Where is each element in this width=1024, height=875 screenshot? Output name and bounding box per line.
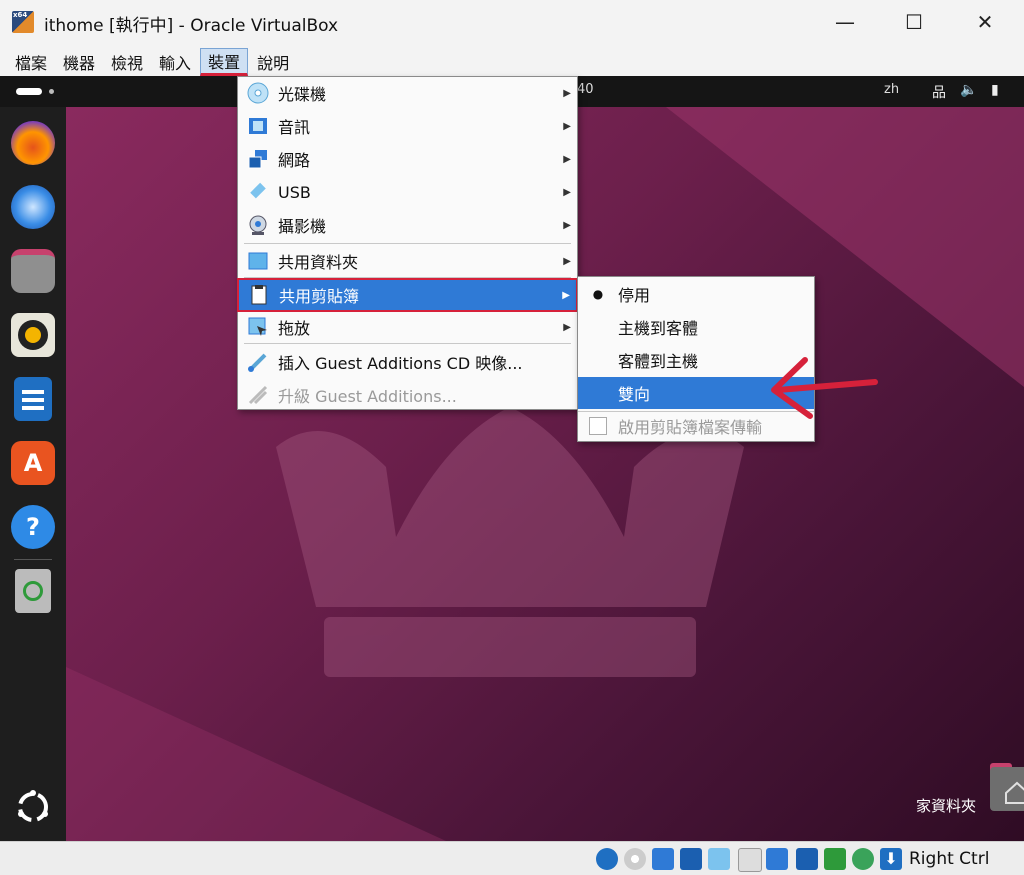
webcam-icon (246, 214, 270, 236)
drag-drop-icon (246, 316, 270, 338)
network-status-icon[interactable] (680, 848, 702, 870)
checkbox-icon (586, 415, 610, 437)
menu-view[interactable]: 檢視 (104, 48, 150, 76)
minimize-button[interactable]: — (822, 0, 868, 44)
volume-tray-icon[interactable]: 🔈 (960, 82, 977, 98)
guest-dock: A ? (0, 107, 66, 841)
submenu-arrow-icon: ▶ (563, 153, 571, 165)
thunderbird-icon[interactable] (11, 185, 55, 229)
cpu-status-icon[interactable] (824, 848, 846, 870)
libreoffice-writer-icon[interactable] (14, 377, 52, 421)
usb-status-icon[interactable] (708, 848, 730, 870)
submenu-arrow-icon: ▶ (563, 255, 571, 267)
files-icon[interactable] (11, 249, 55, 293)
menu-item-shared-folders[interactable]: 共用資料夾 ▶ (238, 245, 577, 277)
mouse-integration-status-icon[interactable] (852, 848, 874, 870)
submenu-arrow-icon: ▶ (563, 120, 571, 132)
status-bar: ⬇ Right Ctrl (0, 841, 1024, 875)
menu-item-drag-and-drop[interactable]: 拖放 ▶ (238, 311, 577, 343)
hard-disk-status-icon[interactable] (596, 848, 618, 870)
submenu-arrow-icon: ▶ (562, 289, 570, 301)
menu-item-insert-guest-additions[interactable]: 插入 Guest Additions CD 映像... (238, 346, 577, 378)
dock-separator (14, 559, 52, 560)
firefox-icon[interactable] (11, 121, 55, 165)
menu-devices[interactable]: 裝置 (200, 48, 249, 76)
trash-icon[interactable] (15, 569, 51, 613)
selected-bullet-icon: ● (592, 287, 604, 301)
upgrade-icon (246, 384, 270, 406)
close-icon: ✕ (976, 10, 994, 34)
network-tray-icon[interactable]: 品 (932, 82, 946, 102)
maximize-icon: ☐ (905, 10, 923, 34)
virtualbox-app-icon: x64 (12, 11, 34, 33)
menu-bar: 檔案 機器 檢視 輸入 裝置 說明 (0, 44, 1024, 76)
clipboard-mode-host-to-guest[interactable]: 主機到客體 (578, 311, 814, 343)
network-icon (246, 148, 270, 170)
clipboard-icon (247, 284, 271, 306)
app-center-icon[interactable]: A (11, 441, 55, 485)
help-icon[interactable]: ? (11, 505, 55, 549)
menu-separator (244, 243, 571, 244)
submenu-arrow-icon: ▶ (563, 321, 571, 333)
optical-disc-icon (246, 82, 270, 104)
recording-status-icon[interactable] (796, 848, 818, 870)
guest-clock[interactable]: 40 (577, 82, 594, 97)
menu-item-upgrade-guest-additions: 升級 Guest Additions... (238, 379, 577, 411)
window-title: ithome [執行中] - Oracle VirtualBox (44, 16, 339, 36)
menu-item-optical-drives[interactable]: 光碟機 ▶ (238, 77, 577, 109)
minimize-icon: — (835, 10, 855, 34)
home-folder-icon[interactable] (988, 759, 1024, 813)
menu-separator (244, 343, 571, 344)
activities-indicator[interactable] (16, 88, 42, 95)
menu-input[interactable]: 輸入 (152, 48, 198, 76)
audio-icon (246, 115, 270, 137)
rhythmbox-icon[interactable] (11, 313, 55, 357)
menu-help[interactable]: 說明 (250, 48, 296, 76)
input-language[interactable]: zh (884, 82, 899, 97)
submenu-arrow-icon: ▶ (563, 219, 571, 231)
optical-drive-status-icon[interactable] (624, 848, 646, 870)
battery-tray-icon[interactable]: ▮ (991, 82, 999, 98)
menu-machine[interactable]: 機器 (56, 48, 102, 76)
submenu-arrow-icon: ▶ (563, 186, 571, 198)
display-status-icon[interactable] (766, 848, 788, 870)
menu-item-audio[interactable]: 音訊 ▶ (238, 110, 577, 142)
maximize-button[interactable]: ☐ (891, 0, 937, 44)
menu-item-webcam[interactable]: 攝影機 ▶ (238, 209, 577, 241)
show-apps-icon[interactable] (13, 787, 53, 827)
menu-file[interactable]: 檔案 (8, 48, 54, 76)
shared-folder-icon (246, 250, 270, 272)
menu-item-network[interactable]: 網路 ▶ (238, 143, 577, 175)
audio-status-icon[interactable] (652, 848, 674, 870)
menu-item-usb[interactable]: USB ▶ (238, 176, 577, 208)
submenu-arrow-icon: ▶ (563, 87, 571, 99)
host-key-label: Right Ctrl (909, 849, 990, 869)
workspace-dot (49, 89, 54, 94)
clipboard-mode-disabled[interactable]: ● 停用 (578, 278, 814, 310)
keyboard-capture-status-icon[interactable]: ⬇ (880, 848, 902, 870)
annotation-arrow-icon (771, 357, 878, 419)
title-bar[interactable]: x64 ithome [執行中] - Oracle VirtualBox — ☐… (0, 0, 1024, 44)
home-folder-label: 家資料夾 (916, 797, 977, 815)
close-button[interactable]: ✕ (962, 0, 1008, 44)
menu-item-shared-clipboard[interactable]: 共用剪貼簿 ▶ (237, 278, 578, 312)
insert-cd-icon (246, 351, 270, 373)
usb-icon (246, 181, 270, 203)
devices-menu: 光碟機 ▶ 音訊 ▶ 網路 ▶ USB ▶ 攝影機 ▶ 共用資料夾 ▶ 共用剪貼簿 ▶ 拖放 ▶… (237, 76, 578, 410)
shared-folders-status-icon[interactable] (738, 848, 762, 872)
